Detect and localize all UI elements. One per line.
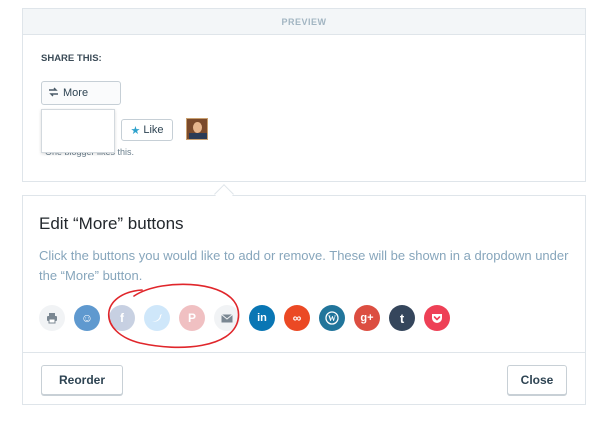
like-button[interactable]: ★ Like bbox=[121, 119, 173, 141]
wordpress-icon: W bbox=[325, 311, 339, 325]
avatar[interactable] bbox=[186, 118, 208, 140]
reddit-icon: ☺ bbox=[80, 311, 94, 325]
reddit-button[interactable]: ☺ bbox=[74, 305, 100, 331]
panel-title: Edit “More” buttons bbox=[39, 214, 184, 233]
like-button-label: Like bbox=[143, 124, 164, 136]
google-plus-icon: g+ bbox=[360, 312, 374, 324]
pinterest-button[interactable]: P bbox=[179, 305, 205, 331]
edit-more-panel: Edit “More” buttons Click the buttons yo… bbox=[22, 195, 586, 405]
google-plus-button[interactable]: g+ bbox=[354, 305, 380, 331]
email-icon bbox=[221, 313, 233, 323]
star-icon: ★ bbox=[130, 124, 141, 137]
pocket-button[interactable] bbox=[424, 305, 450, 331]
tumblr-button[interactable]: t bbox=[389, 305, 415, 331]
tumblr-icon: t bbox=[399, 310, 405, 326]
stumbleupon-button[interactable]: ∞ bbox=[284, 305, 310, 331]
print-button[interactable] bbox=[39, 305, 65, 331]
pinterest-icon: P bbox=[187, 311, 196, 325]
wordpress-button[interactable]: W bbox=[319, 305, 345, 331]
more-dropdown bbox=[41, 109, 115, 153]
twitter-button[interactable] bbox=[144, 305, 170, 331]
stumbleupon-icon: ∞ bbox=[292, 311, 302, 325]
preview-header: PREVIEW bbox=[23, 9, 585, 35]
facebook-button[interactable]: f bbox=[109, 305, 135, 331]
facebook-icon: f bbox=[120, 311, 124, 325]
linkedin-icon: in bbox=[257, 312, 267, 324]
svg-text:W: W bbox=[328, 314, 336, 323]
close-button[interactable]: Close bbox=[507, 365, 567, 395]
email-button[interactable] bbox=[214, 305, 240, 331]
more-button[interactable]: More bbox=[41, 81, 121, 105]
preview-panel: PREVIEW SHARE THIS: More ★ Like One blog… bbox=[22, 8, 586, 182]
share-icon bbox=[48, 87, 59, 100]
panel-footer: Reorder Close bbox=[23, 352, 585, 404]
printer-icon bbox=[46, 312, 58, 324]
pocket-icon bbox=[431, 313, 443, 324]
more-button-label: More bbox=[63, 87, 89, 99]
linkedin-button[interactable]: in bbox=[249, 305, 275, 331]
twitter-icon bbox=[151, 313, 163, 323]
share-this-label: SHARE THIS: bbox=[41, 53, 102, 64]
panel-description: Click the buttons you would like to add … bbox=[39, 248, 569, 283]
reorder-button[interactable]: Reorder bbox=[41, 365, 123, 395]
